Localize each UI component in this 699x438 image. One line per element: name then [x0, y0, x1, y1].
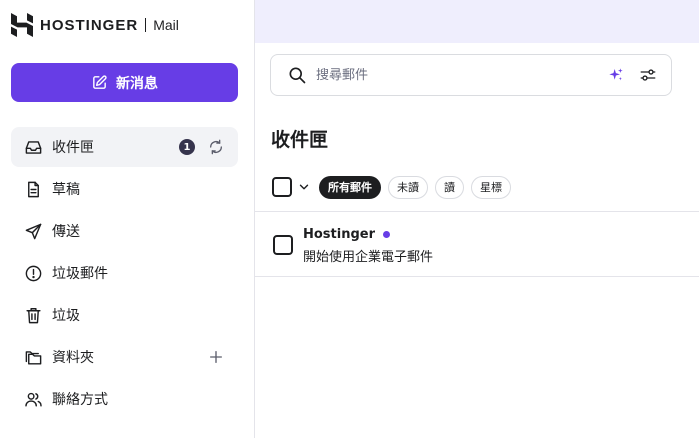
- sidebar-item-spam[interactable]: 垃圾郵件: [11, 253, 238, 293]
- sidebar: HOSTINGER Mail 新消息 收件匣 1 草稿 傳送 垃圾郵件 垃圾 資…: [0, 0, 255, 438]
- sidebar-item-label: 垃圾: [52, 308, 80, 324]
- unread-dot: [383, 231, 391, 238]
- message-subject: 開始使用企業電子郵件: [303, 250, 434, 265]
- message-list: Hostinger 開始使用企業電子郵件: [255, 211, 699, 277]
- filter-chip-read[interactable]: 讀: [435, 175, 464, 199]
- page-title: 收件匣: [271, 129, 329, 151]
- sidebar-item-trash[interactable]: 垃圾: [11, 295, 238, 335]
- select-all-checkbox[interactable]: [272, 177, 292, 197]
- plus-icon[interactable]: [207, 349, 224, 366]
- sidebar-item-label: 草稿: [52, 182, 80, 198]
- chevron-down-icon[interactable]: [297, 180, 311, 194]
- inbox-icon: [23, 137, 43, 157]
- filter-settings-icon[interactable]: [639, 66, 657, 84]
- refresh-icon[interactable]: [207, 139, 224, 156]
- sidebar-item-label: 聯絡方式: [52, 392, 108, 408]
- draft-icon: [23, 179, 43, 199]
- top-banner: [255, 0, 699, 43]
- compose-button[interactable]: 新消息: [11, 63, 238, 102]
- message-sender: Hostinger: [303, 227, 376, 242]
- main-panel: 收件匣 所有郵件 未讀 讀 星標 Hostinger 開始使用企業電子郵件: [255, 0, 699, 438]
- brand[interactable]: HOSTINGER Mail: [11, 13, 179, 37]
- sidebar-item-folders[interactable]: 資料夾: [11, 337, 238, 377]
- sidebar-item-label: 資料夾: [52, 350, 94, 366]
- sidebar-item-contacts[interactable]: 聯絡方式: [11, 379, 238, 419]
- brand-name: HOSTINGER: [40, 16, 139, 34]
- folder-nav: 收件匣 1 草稿 傳送 垃圾郵件 垃圾 資料夾 聯絡方式: [11, 127, 238, 421]
- search-icon: [289, 67, 306, 84]
- filter-chip-unread[interactable]: 未讀: [388, 175, 428, 199]
- folder-icon: [23, 347, 43, 367]
- compose-icon: [93, 75, 107, 89]
- ai-sparkle-icon[interactable]: [608, 67, 624, 83]
- message-row[interactable]: Hostinger 開始使用企業電子郵件: [255, 212, 699, 277]
- sidebar-item-label: 收件匣: [52, 140, 94, 156]
- sidebar-item-sent[interactable]: 傳送: [11, 211, 238, 251]
- message-sender-line: Hostinger: [303, 227, 391, 242]
- filter-chip-starred[interactable]: 星標: [471, 175, 511, 199]
- spam-icon: [23, 263, 43, 283]
- sidebar-item-drafts[interactable]: 草稿: [11, 169, 238, 209]
- sidebar-item-inbox[interactable]: 收件匣 1: [11, 127, 238, 167]
- search-input[interactable]: [316, 67, 608, 83]
- brand-product: Mail: [153, 17, 179, 33]
- message-checkbox[interactable]: [273, 235, 293, 255]
- hostinger-logo-icon: [11, 13, 33, 37]
- compose-label: 新消息: [116, 75, 158, 92]
- contacts-icon: [23, 389, 43, 409]
- sidebar-item-label: 垃圾郵件: [52, 266, 108, 282]
- filter-bar: 所有郵件 未讀 讀 星標: [272, 175, 518, 199]
- send-icon: [23, 221, 43, 241]
- search-bar[interactable]: [270, 54, 672, 96]
- brand-separator: [145, 18, 147, 32]
- filter-chip-all[interactable]: 所有郵件: [319, 175, 381, 199]
- sidebar-item-label: 傳送: [52, 224, 80, 240]
- unread-count-badge: 1: [179, 139, 195, 155]
- trash-icon: [23, 305, 43, 325]
